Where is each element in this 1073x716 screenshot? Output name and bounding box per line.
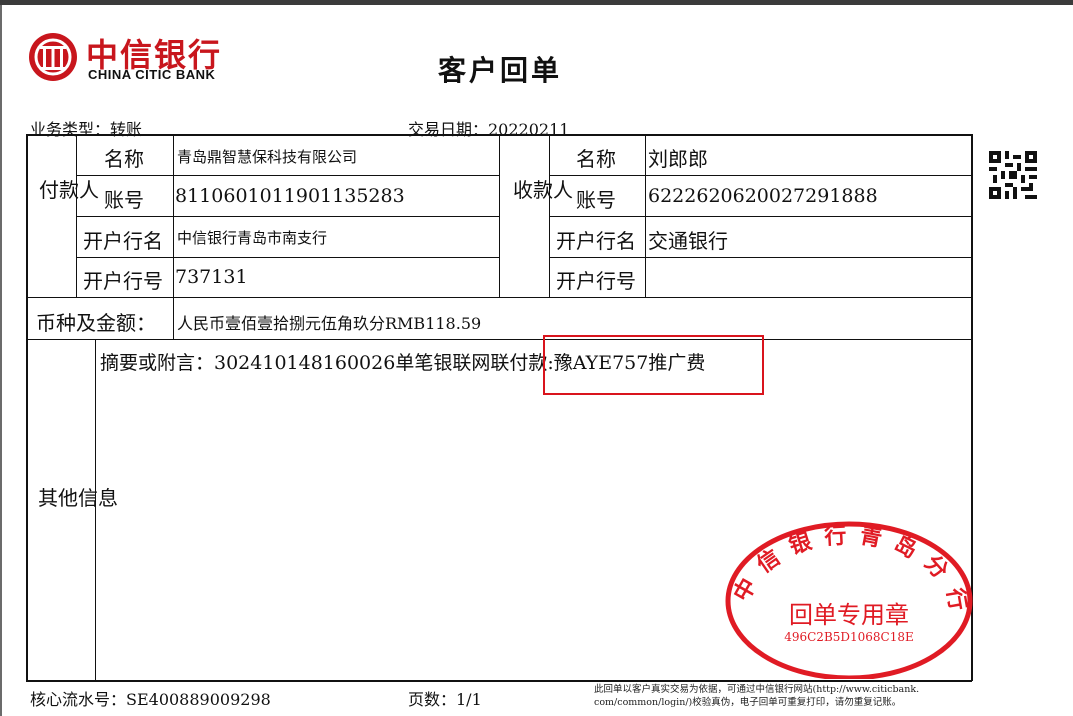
amount-label: 币种及金额：	[36, 311, 156, 335]
highlight-box	[543, 335, 764, 395]
payee-name-label: 名称	[576, 147, 616, 171]
payer-account: 8110601011901135283	[175, 185, 405, 207]
qr-code-icon	[989, 151, 1037, 199]
payer-bank-code: 737131	[175, 266, 248, 288]
citic-bank-logo	[29, 33, 77, 81]
stamp-code: 496C2B5D1068C18E	[784, 630, 914, 644]
viewer-left-border	[0, 5, 2, 716]
payee-bank-code-label: 开户行号	[556, 269, 636, 293]
payer-account-label: 账号	[104, 188, 144, 212]
payer-bank-name: 中信银行青岛市南支行	[177, 229, 328, 247]
stamp-center-text: 回单专用章	[789, 601, 909, 629]
payer-name-label: 名称	[104, 147, 144, 171]
payee-account-label: 账号	[576, 188, 616, 212]
bank-name-en: CHINA CITIC BANK	[88, 67, 216, 82]
payer-bank-name-label: 开户行名	[83, 229, 163, 253]
payer-name: 青岛鼎智慧保科技有限公司	[177, 148, 358, 166]
payee-bank-name-label: 开户行名	[556, 229, 636, 253]
payee-name: 刘郎郎	[648, 147, 708, 171]
payee-bank-name: 交通银行	[648, 229, 728, 253]
payer-bank-code-label: 开户行号	[83, 269, 163, 293]
payer-section-label: 付款人	[39, 178, 99, 202]
amount-value: 人民币壹佰壹拾捌元伍角玖分RMB118.59	[177, 314, 482, 333]
viewer-top-border	[0, 0, 1073, 5]
notice-line-1: 此回单以客户真实交易为依据，可通过中信银行网站(http://www.citic…	[594, 684, 920, 695]
serial-number: 核心流水号：SE400889009298	[30, 690, 271, 709]
bank-seal-stamp: 中信银行青岛分行 回单专用章 496C2B5D1068C18E	[725, 521, 973, 679]
payee-account: 6222620620027291888	[648, 185, 878, 207]
verification-notice: 此回单以客户真实交易为依据，可通过中信银行网站(http://www.citic…	[594, 683, 974, 709]
payee-section-label: 收款人	[513, 178, 573, 202]
page-count: 页数：1/1	[408, 690, 482, 709]
other-info-label: 其他信息	[38, 486, 118, 510]
page-title: 客户回单	[438, 54, 563, 87]
notice-line-2: com/common/login/)校验真伪，电子回单可重复打印，请勿重复记账。	[594, 697, 902, 708]
